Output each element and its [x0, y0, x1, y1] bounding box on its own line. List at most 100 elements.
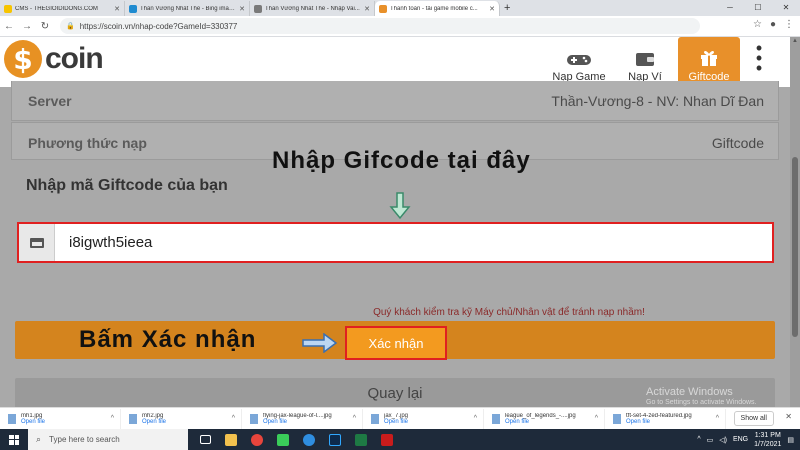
tray-chevron-icon[interactable]: ^ [697, 436, 700, 443]
minimize-icon[interactable]: ─ [716, 0, 744, 16]
show-all-button[interactable]: Show all [733, 411, 774, 426]
nav-nap-vi[interactable]: Nạp Ví [614, 37, 676, 87]
open-file-link[interactable]: Open file [21, 419, 45, 425]
giftcode-input-wrapper: i8igwth5ieea [17, 222, 774, 263]
excel-icon[interactable] [350, 429, 372, 450]
lock-icon: 🔒 [66, 23, 75, 30]
scroll-up-icon[interactable]: ▲ [790, 38, 800, 44]
clock-time: 1:31 PM [754, 431, 781, 439]
nav-giftcode[interactable]: Giftcode [678, 37, 740, 87]
start-button[interactable] [0, 429, 28, 450]
browser-tab[interactable]: CMS - THEGIOIDIDONG.COM ✕ [0, 1, 125, 16]
close-icon[interactable]: ✕ [364, 5, 370, 13]
site-header: $ coin Nạp Game Nạp Ví Giftcode • • • [0, 37, 790, 87]
page-viewport: $ coin Nạp Game Nạp Ví Giftcode • • • Se… [0, 37, 800, 407]
chevron-up-icon[interactable]: ^ [595, 415, 598, 422]
annotation-enter-code: Nhập Gifcode tại đây [272, 147, 531, 174]
nav-nap-game[interactable]: Nạp Game [548, 37, 610, 87]
scrollbar-thumb[interactable] [792, 157, 798, 337]
windows-logo-icon [9, 434, 19, 445]
chrome-icon[interactable] [246, 429, 268, 450]
watermark-title: Activate Windows [646, 386, 733, 398]
notification-icon[interactable]: ▤ [787, 436, 794, 444]
close-icon[interactable]: ✕ [489, 5, 495, 13]
forward-arrow-icon[interactable]: → [18, 21, 36, 32]
chevron-up-icon[interactable]: ^ [111, 415, 114, 422]
download-item[interactable]: jax_7.jpg Open file ^ [363, 408, 484, 429]
line-icon[interactable] [272, 429, 294, 450]
browser-tab-strip: CMS - THEGIOIDIDONG.COM ✕ Thần Vương Nhấ… [0, 0, 800, 16]
network-icon[interactable]: ▭ [707, 436, 714, 444]
giftcode-input[interactable]: i8igwth5ieea [55, 234, 152, 251]
method-value: Giftcode [711, 135, 764, 151]
card-icon [19, 224, 55, 261]
wallet-icon [636, 53, 654, 66]
giftcode-section-title: Nhập mã Giftcode của bạn [26, 177, 228, 194]
browser-tab-active[interactable]: Thanh toán - tải game mobile c... ✕ [375, 1, 500, 16]
server-label: Server [28, 93, 72, 109]
new-tab-button[interactable]: + [504, 1, 510, 16]
download-item[interactable]: league_of_legends_-....jpg Open file ^ [484, 408, 605, 429]
file-icon [492, 413, 500, 424]
server-value: Thần-Vương-8 - NV: Nhan Dĩ Đan [551, 93, 764, 109]
profile-icon[interactable]: ● [770, 19, 776, 30]
star-icon[interactable]: ☆ [753, 19, 762, 30]
warning-text: Quý khách kiểm tra kỹ Máy chủ/Nhân vật đ… [0, 307, 790, 318]
address-bar: ← → ↻ 🔒 https://scoin.vn/nhap-code?GameI… [0, 16, 800, 37]
chevron-up-icon[interactable]: ^ [353, 415, 356, 422]
taskbar-clock[interactable]: 1:31 PM 1/7/2021 [754, 431, 781, 449]
open-file-link[interactable]: Open file [505, 419, 576, 425]
reload-icon[interactable]: ↻ [36, 21, 54, 32]
gamepad-icon [567, 55, 591, 65]
server-panel: Server Thần-Vương-8 - NV: Nhan Dĩ Đan [11, 81, 779, 121]
volume-icon[interactable]: ◁) [719, 436, 727, 444]
system-tray: ^ ▭ ◁) ENG 1:31 PM 1/7/2021 ▤ [697, 429, 794, 450]
download-item[interactable]: mh2.jpg Open file ^ [121, 408, 242, 429]
acrobat-icon[interactable] [376, 429, 398, 450]
chevron-up-icon[interactable]: ^ [232, 415, 235, 422]
taskbar-search[interactable]: ⌕ Type here to search [28, 429, 188, 450]
chevron-up-icon[interactable]: ^ [474, 415, 477, 422]
open-file-link[interactable]: Open file [263, 419, 332, 425]
favicon-icon [4, 4, 12, 13]
logo-text: coin [45, 42, 104, 75]
browser-tab[interactable]: Thần Vương Nhất Thế - Nhập Vai... ✕ [250, 1, 375, 16]
screen: CMS - THEGIOIDIDONG.COM ✕ Thần Vương Nhấ… [0, 0, 800, 450]
search-icon: ⌕ [36, 434, 42, 444]
scoin-logo[interactable]: $ coin [4, 40, 104, 78]
open-file-link[interactable]: Open file [142, 419, 166, 425]
language-indicator[interactable]: ENG [733, 436, 748, 443]
download-item[interactable]: flying-jax-league-of-l....jpg Open file ^ [242, 408, 363, 429]
photoshop-icon[interactable] [324, 429, 346, 450]
tab-title: CMS - THEGIOIDIDONG.COM [15, 5, 98, 12]
download-item[interactable]: tft-set-4-zed-featured.jpg Open file ^ [605, 408, 726, 429]
favicon-icon [254, 4, 262, 13]
menu-dots-icon[interactable]: ⋮ [784, 19, 794, 30]
close-window-icon[interactable]: ✕ [772, 0, 800, 16]
open-file-link[interactable]: Open file [384, 419, 408, 425]
coin-logo-icon: $ [4, 40, 42, 78]
gift-icon [701, 51, 717, 66]
page-scrollbar[interactable]: ▲ [790, 37, 800, 407]
annotation-press-confirm: Bấm Xác nhận [79, 326, 257, 353]
maximize-icon[interactable]: ☐ [744, 0, 772, 16]
close-icon[interactable]: ✕ [785, 412, 792, 421]
file-explorer-icon[interactable] [220, 429, 242, 450]
warning-message: Quý khách kiểm tra kỹ Máy chủ/Nhân vật đ… [373, 307, 645, 318]
tab-title: Thần Vương Nhất Thế - Nhập Vai... [265, 5, 360, 12]
browser-tab[interactable]: Thần Vương Nhất Thế - Bing images ✕ [125, 1, 250, 16]
address-bar-actions: ☆ ● ⋮ [753, 19, 794, 30]
back-arrow-icon[interactable]: ← [0, 21, 18, 32]
close-icon[interactable]: ✕ [114, 5, 120, 13]
close-icon[interactable]: ✕ [239, 5, 245, 13]
task-view-icon[interactable] [194, 429, 216, 450]
edge-icon[interactable] [298, 429, 320, 450]
more-menu-icon[interactable]: • • • [752, 39, 766, 77]
tab-title: Thanh toán - tải game mobile c... [390, 5, 478, 12]
chevron-up-icon[interactable]: ^ [716, 415, 719, 422]
download-item[interactable]: mh1.jpg Open file ^ [0, 408, 121, 429]
confirm-button[interactable]: Xác nhận [345, 326, 447, 360]
url-field[interactable]: 🔒 https://scoin.vn/nhap-code?GameId=3303… [60, 18, 700, 34]
activate-windows-watermark: Activate Windows Go to Settings to activ… [646, 386, 757, 406]
open-file-link[interactable]: Open file [626, 419, 692, 425]
